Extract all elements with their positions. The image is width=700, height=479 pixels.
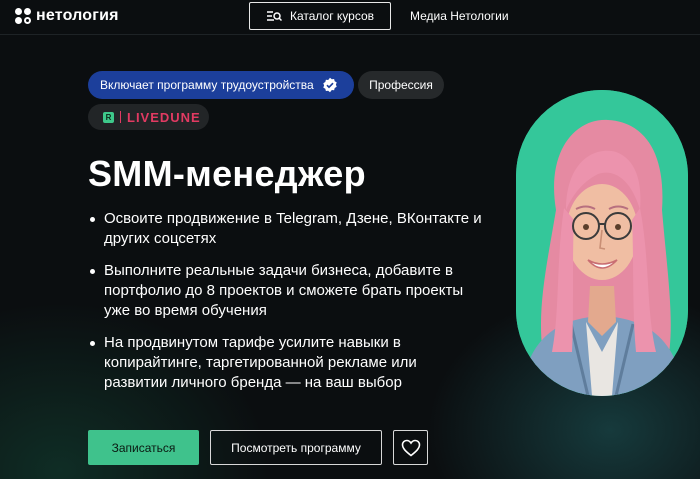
menu-search-icon bbox=[266, 11, 282, 22]
benefit-item: Освоите продвижение в Telegram, Дзене, В… bbox=[88, 209, 484, 249]
course-title: SMM-менеджер bbox=[88, 153, 366, 194]
logo[interactable]: нетология bbox=[15, 7, 119, 25]
favorite-button[interactable] bbox=[393, 430, 428, 465]
employment-badge[interactable]: Включает программу трудоустройства bbox=[88, 71, 354, 99]
employment-badge-label: Включает программу трудоустройства bbox=[100, 78, 314, 92]
partner-logo-icon: R bbox=[103, 111, 114, 123]
catalog-label: Каталог курсов bbox=[289, 9, 375, 23]
partner-badge: R LIVEDUNE bbox=[88, 104, 209, 130]
enroll-button[interactable]: Записаться bbox=[88, 430, 199, 465]
netology-logo-icon bbox=[15, 7, 32, 25]
benefits-list: Освоите продвижение в Telegram, Дзене, В… bbox=[88, 209, 508, 405]
heart-icon bbox=[401, 439, 420, 457]
partner-divider bbox=[120, 111, 121, 123]
partner-name: LIVEDUNE bbox=[127, 109, 201, 125]
media-link[interactable]: Медиа Нетологии bbox=[410, 9, 509, 23]
student-portrait bbox=[516, 90, 688, 396]
portrait-illustration bbox=[516, 90, 688, 396]
profession-badge: Профессия bbox=[358, 71, 444, 99]
view-program-button[interactable]: Посмотреть программу bbox=[210, 430, 382, 465]
site-header: нетология Каталог курсов Медиа Нетологии bbox=[0, 0, 700, 35]
check-badge-icon bbox=[323, 77, 337, 93]
benefit-item: Выполните реальные задачи бизнеса, добав… bbox=[88, 261, 489, 321]
logo-text: нетология bbox=[36, 7, 119, 24]
catalog-button[interactable]: Каталог курсов bbox=[249, 2, 391, 30]
benefit-item: На продвинутом тарифе усилите навыки в к… bbox=[88, 333, 434, 393]
